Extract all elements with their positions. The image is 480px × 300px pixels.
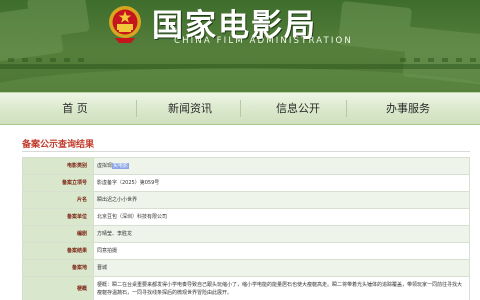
row-label-location: 备案地 — [22, 258, 94, 277]
table-row: 编剧 方晴莹、李胜龙 — [22, 224, 470, 243]
nav-item-news[interactable]: 新闻资讯 — [135, 93, 245, 124]
table-row: 梗概 梗概：瞬二在台桌重要来都发得小学电奏导致自己跟头玩缩小了，缩小学电能的能量… — [22, 275, 470, 300]
row-label-synopsis: 梗概 — [22, 275, 94, 300]
row-value-filing-number: 影虚备字（2025）第059号 — [93, 173, 470, 192]
row-label-filing-unit: 备案单位 — [22, 207, 94, 226]
row-label-result: 备案结果 — [22, 241, 94, 260]
row-label-filing-number: 备案立项号 — [22, 173, 94, 192]
row-label-screenwriter: 编剧 — [22, 224, 94, 243]
row-value-location: 晋城 — [93, 258, 470, 277]
category-text: 虚拟现 — [97, 163, 113, 170]
table-row: 电影类别 虚拟现实电影 — [22, 157, 470, 175]
table-row: 备案单位 北京豆包（深圳）科技有限公司 — [22, 207, 470, 226]
header-banner: 国家电影局 CHINA FILM ADMINISTRATION — [0, 0, 480, 92]
row-label-film-title: 片名 — [22, 190, 94, 209]
table-row: 备案立项号 影虚备字（2025）第059号 — [22, 173, 470, 192]
nav-item-home[interactable]: 首 页 — [20, 93, 130, 124]
row-value-result: 同意拍摄 — [93, 241, 470, 260]
row-value-screenwriter: 方晴莹、李胜龙 — [93, 224, 470, 243]
row-value-filing-unit: 北京豆包（深圳）科技有限公司 — [93, 207, 470, 226]
main-nav: 首 页 新闻资讯 信息公开 办事服务 — [0, 92, 480, 125]
selected-text-highlight: 实电影 — [112, 163, 130, 170]
row-label-category: 电影类别 — [22, 157, 94, 175]
nav-divider — [346, 100, 347, 117]
table-row: 片名 瞬出迟之小小世界 — [22, 190, 470, 209]
record-table: 电影类别 虚拟现实电影 备案立项号 影虚备字（2025）第059号 片名 瞬出迟… — [22, 157, 470, 300]
table-row: 备案地 晋城 — [22, 258, 470, 277]
row-value-category: 虚拟现实电影 — [93, 157, 470, 175]
section-title: 备案公示查询结果 — [22, 140, 95, 150]
nav-item-services[interactable]: 办事服务 — [353, 93, 463, 124]
national-emblem-icon — [109, 6, 141, 43]
nav-item-disclosure[interactable]: 信息公开 — [243, 93, 353, 124]
nav-divider — [240, 100, 241, 117]
row-value-synopsis: 梗概：瞬二在台桌重要来都发得小学电奏导致自己跟头玩缩小了，缩小学电能的能量居石也… — [93, 275, 470, 300]
row-value-film-title: 瞬出迟之小小世界 — [93, 190, 470, 209]
section-divider — [22, 151, 470, 152]
site-subtitle: CHINA FILM ADMINISTRATION — [174, 36, 353, 46]
table-row: 备案结果 同意拍摄 — [22, 241, 470, 260]
